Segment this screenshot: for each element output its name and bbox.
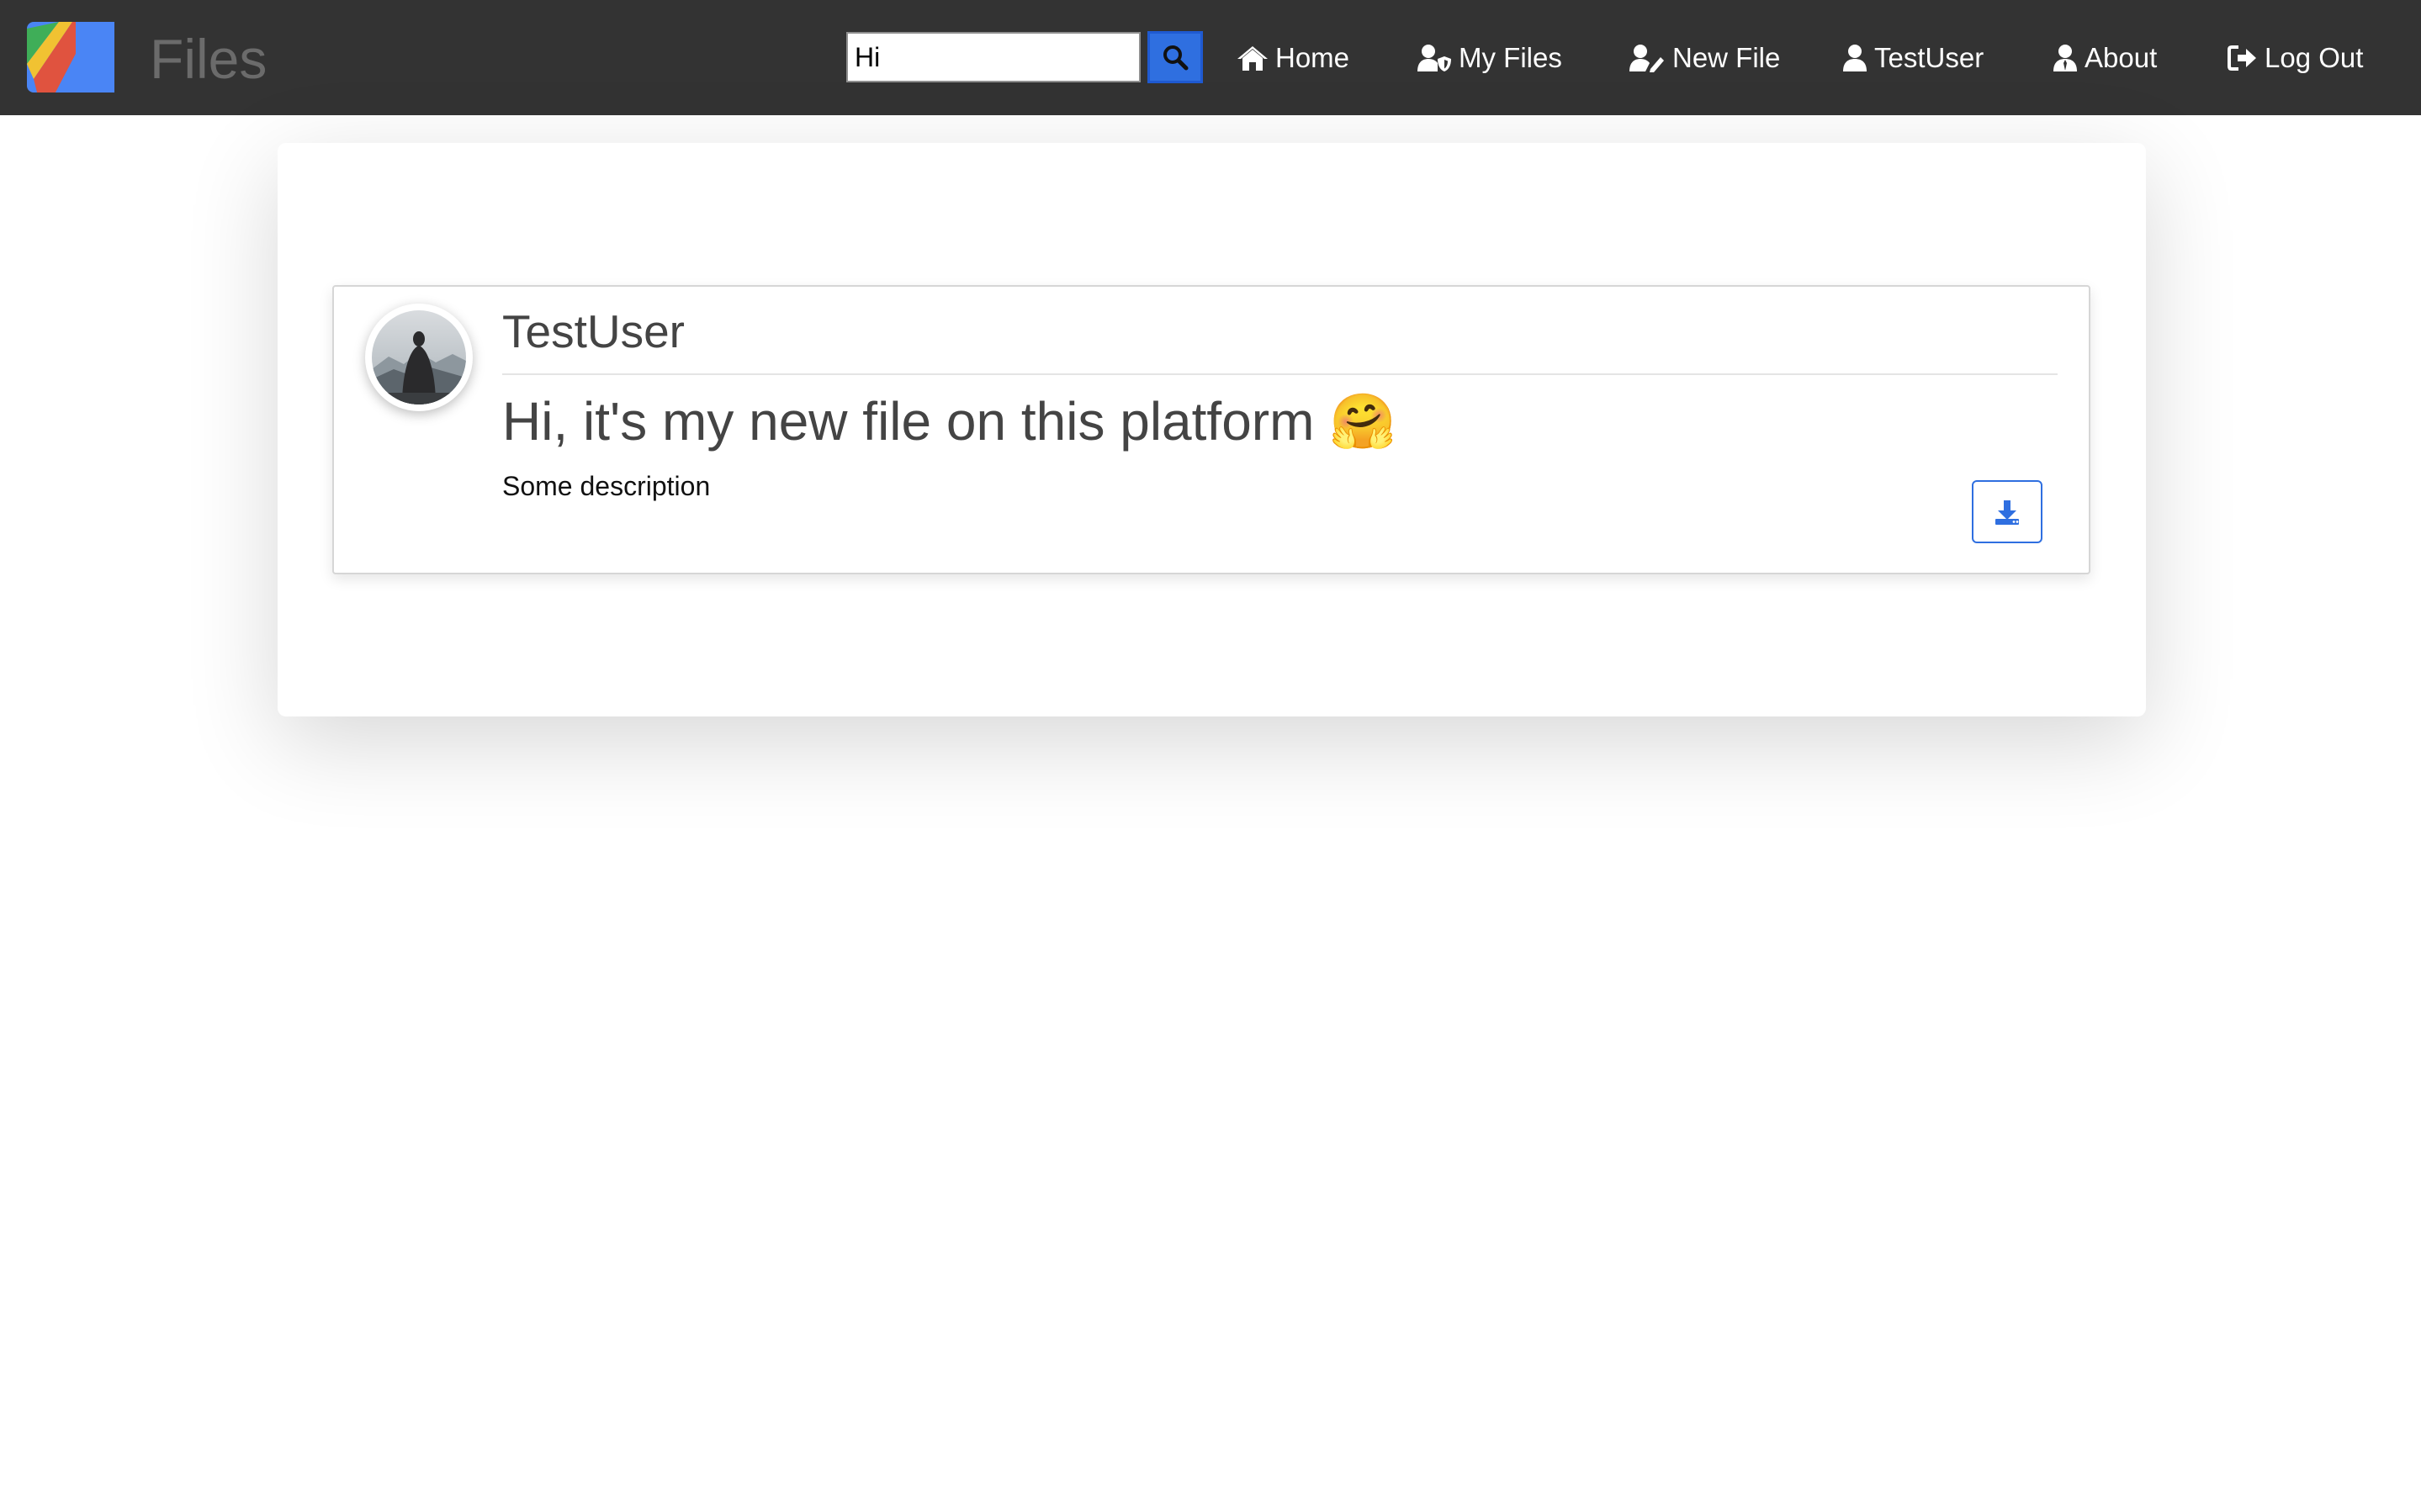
files-logo-icon[interactable]: [25, 20, 116, 93]
navbar: Files Home My Files New File: [0, 0, 2421, 115]
nav-logout[interactable]: Log Out: [2228, 35, 2363, 81]
nav-user-label: TestUser: [1874, 42, 1984, 73]
nav-about[interactable]: About: [2053, 35, 2157, 81]
nav-home-label: Home: [1275, 42, 1350, 73]
brand-name[interactable]: Files: [150, 25, 267, 93]
nav-home[interactable]: Home: [1237, 35, 1349, 81]
download-icon: [1995, 500, 2019, 525]
file-author[interactable]: TestUser: [502, 301, 685, 362]
nav-my-files[interactable]: My Files: [1417, 35, 1562, 81]
divider: [502, 373, 2058, 375]
nav-new-file[interactable]: New File: [1629, 35, 1780, 81]
nav-about-label: About: [2085, 42, 2158, 73]
file-description: Some description: [502, 471, 711, 501]
file-title: Hi, it's my new file on this platform 🤗: [502, 391, 1396, 452]
user-shield-icon: [1417, 45, 1451, 71]
user-edit-icon: [1629, 45, 1664, 72]
nav-my-files-label: My Files: [1459, 42, 1562, 73]
user-icon: [1843, 45, 1867, 71]
nav-logout-label: Log Out: [2265, 42, 2364, 73]
user-tie-icon: [2053, 45, 2077, 71]
nav-user[interactable]: TestUser: [1842, 35, 1984, 81]
search-icon: [1163, 45, 1189, 71]
search-input[interactable]: [846, 32, 1141, 82]
sign-out-icon: [2228, 45, 2256, 71]
nav-new-file-label: New File: [1672, 42, 1781, 73]
avatar[interactable]: [365, 304, 473, 411]
search-button[interactable]: [1147, 31, 1203, 83]
download-button[interactable]: [1972, 480, 2042, 543]
home-icon: [1237, 46, 1268, 71]
